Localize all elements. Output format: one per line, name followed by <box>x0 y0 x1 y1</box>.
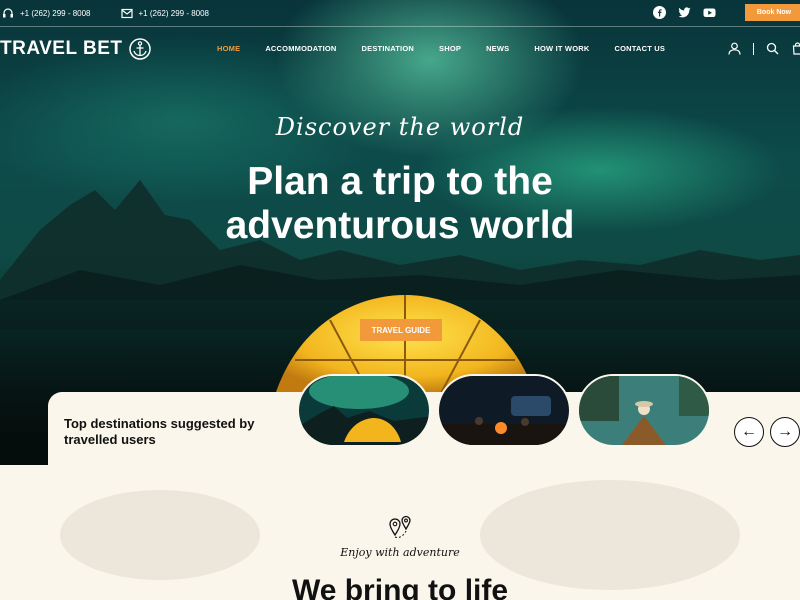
map-pins-icon <box>389 515 411 538</box>
travel-guide-button[interactable]: TRAVEL GUIDE <box>360 319 442 341</box>
destination-thumb-boat-lake[interactable] <box>577 374 711 447</box>
anchor-icon <box>128 38 151 60</box>
destinations-heading: Top destinations suggested by travelled … <box>64 416 255 447</box>
section-eyebrow: Enjoy with adventure <box>340 546 460 559</box>
hero-headline: Plan a trip to the adventurous world <box>0 160 800 248</box>
mail-icon <box>120 8 133 19</box>
facebook-icon[interactable] <box>653 6 666 19</box>
nav-destination[interactable]: DESTINATION <box>362 44 414 53</box>
phone-number-2: +1 (262) 299 - 8008 <box>138 8 210 18</box>
section-title: We bring to life <box>291 574 509 600</box>
nav-shop[interactable]: SHOP <box>439 44 461 53</box>
nav-contact-us[interactable]: CONTACT US <box>614 44 665 53</box>
next-arrow-button[interactable]: → <box>770 417 800 447</box>
user-icon[interactable] <box>728 42 741 55</box>
contact-phone-1[interactable]: +1 (262) 299 - 8008 <box>2 7 91 19</box>
nav-home[interactable]: HOME <box>217 44 240 53</box>
arrow-left-icon: ← <box>741 423 757 440</box>
brand-name: TRAVEL BET <box>0 38 123 59</box>
top-bar: +1 (262) 299 - 8008 +1 (262) 299 - 8008 … <box>0 0 800 27</box>
search-icon[interactable] <box>766 42 779 55</box>
phone-number-1: +1 (262) 299 - 8008 <box>20 8 91 18</box>
nav-accommodation[interactable]: ACCOMMODATION <box>265 44 336 53</box>
arrow-right-icon: → <box>777 423 793 440</box>
headline-line-1: Plan a trip to the <box>247 160 553 203</box>
brand-logo[interactable]: TRAVEL BET <box>0 38 151 60</box>
book-now-button[interactable]: Book Now <box>745 4 800 21</box>
nav-actions <box>728 42 800 55</box>
twitter-icon[interactable] <box>678 6 691 19</box>
headset-icon <box>3 8 13 18</box>
cart-icon[interactable] <box>791 42 800 55</box>
destination-thumb-aurora-tent[interactable] <box>297 374 431 447</box>
main-nav: HOME ACCOMMODATION DESTINATION SHOP NEWS… <box>217 44 690 53</box>
nav-how-it-work[interactable]: HOW IT WORK <box>534 44 589 53</box>
youtube-icon[interactable] <box>703 6 716 19</box>
social-links <box>653 6 728 19</box>
hero-script-title: Discover the world <box>275 113 525 141</box>
world-map-shape <box>60 490 260 580</box>
headline-line-2: adventurous world <box>225 204 575 247</box>
contact-phone-2[interactable]: +1 (262) 299 - 8008 <box>120 7 210 19</box>
nav-divider <box>753 42 754 55</box>
prev-arrow-button[interactable]: ← <box>734 417 764 447</box>
destination-thumb-campfire-van[interactable] <box>437 374 571 447</box>
nav-news[interactable]: NEWS <box>486 44 509 53</box>
